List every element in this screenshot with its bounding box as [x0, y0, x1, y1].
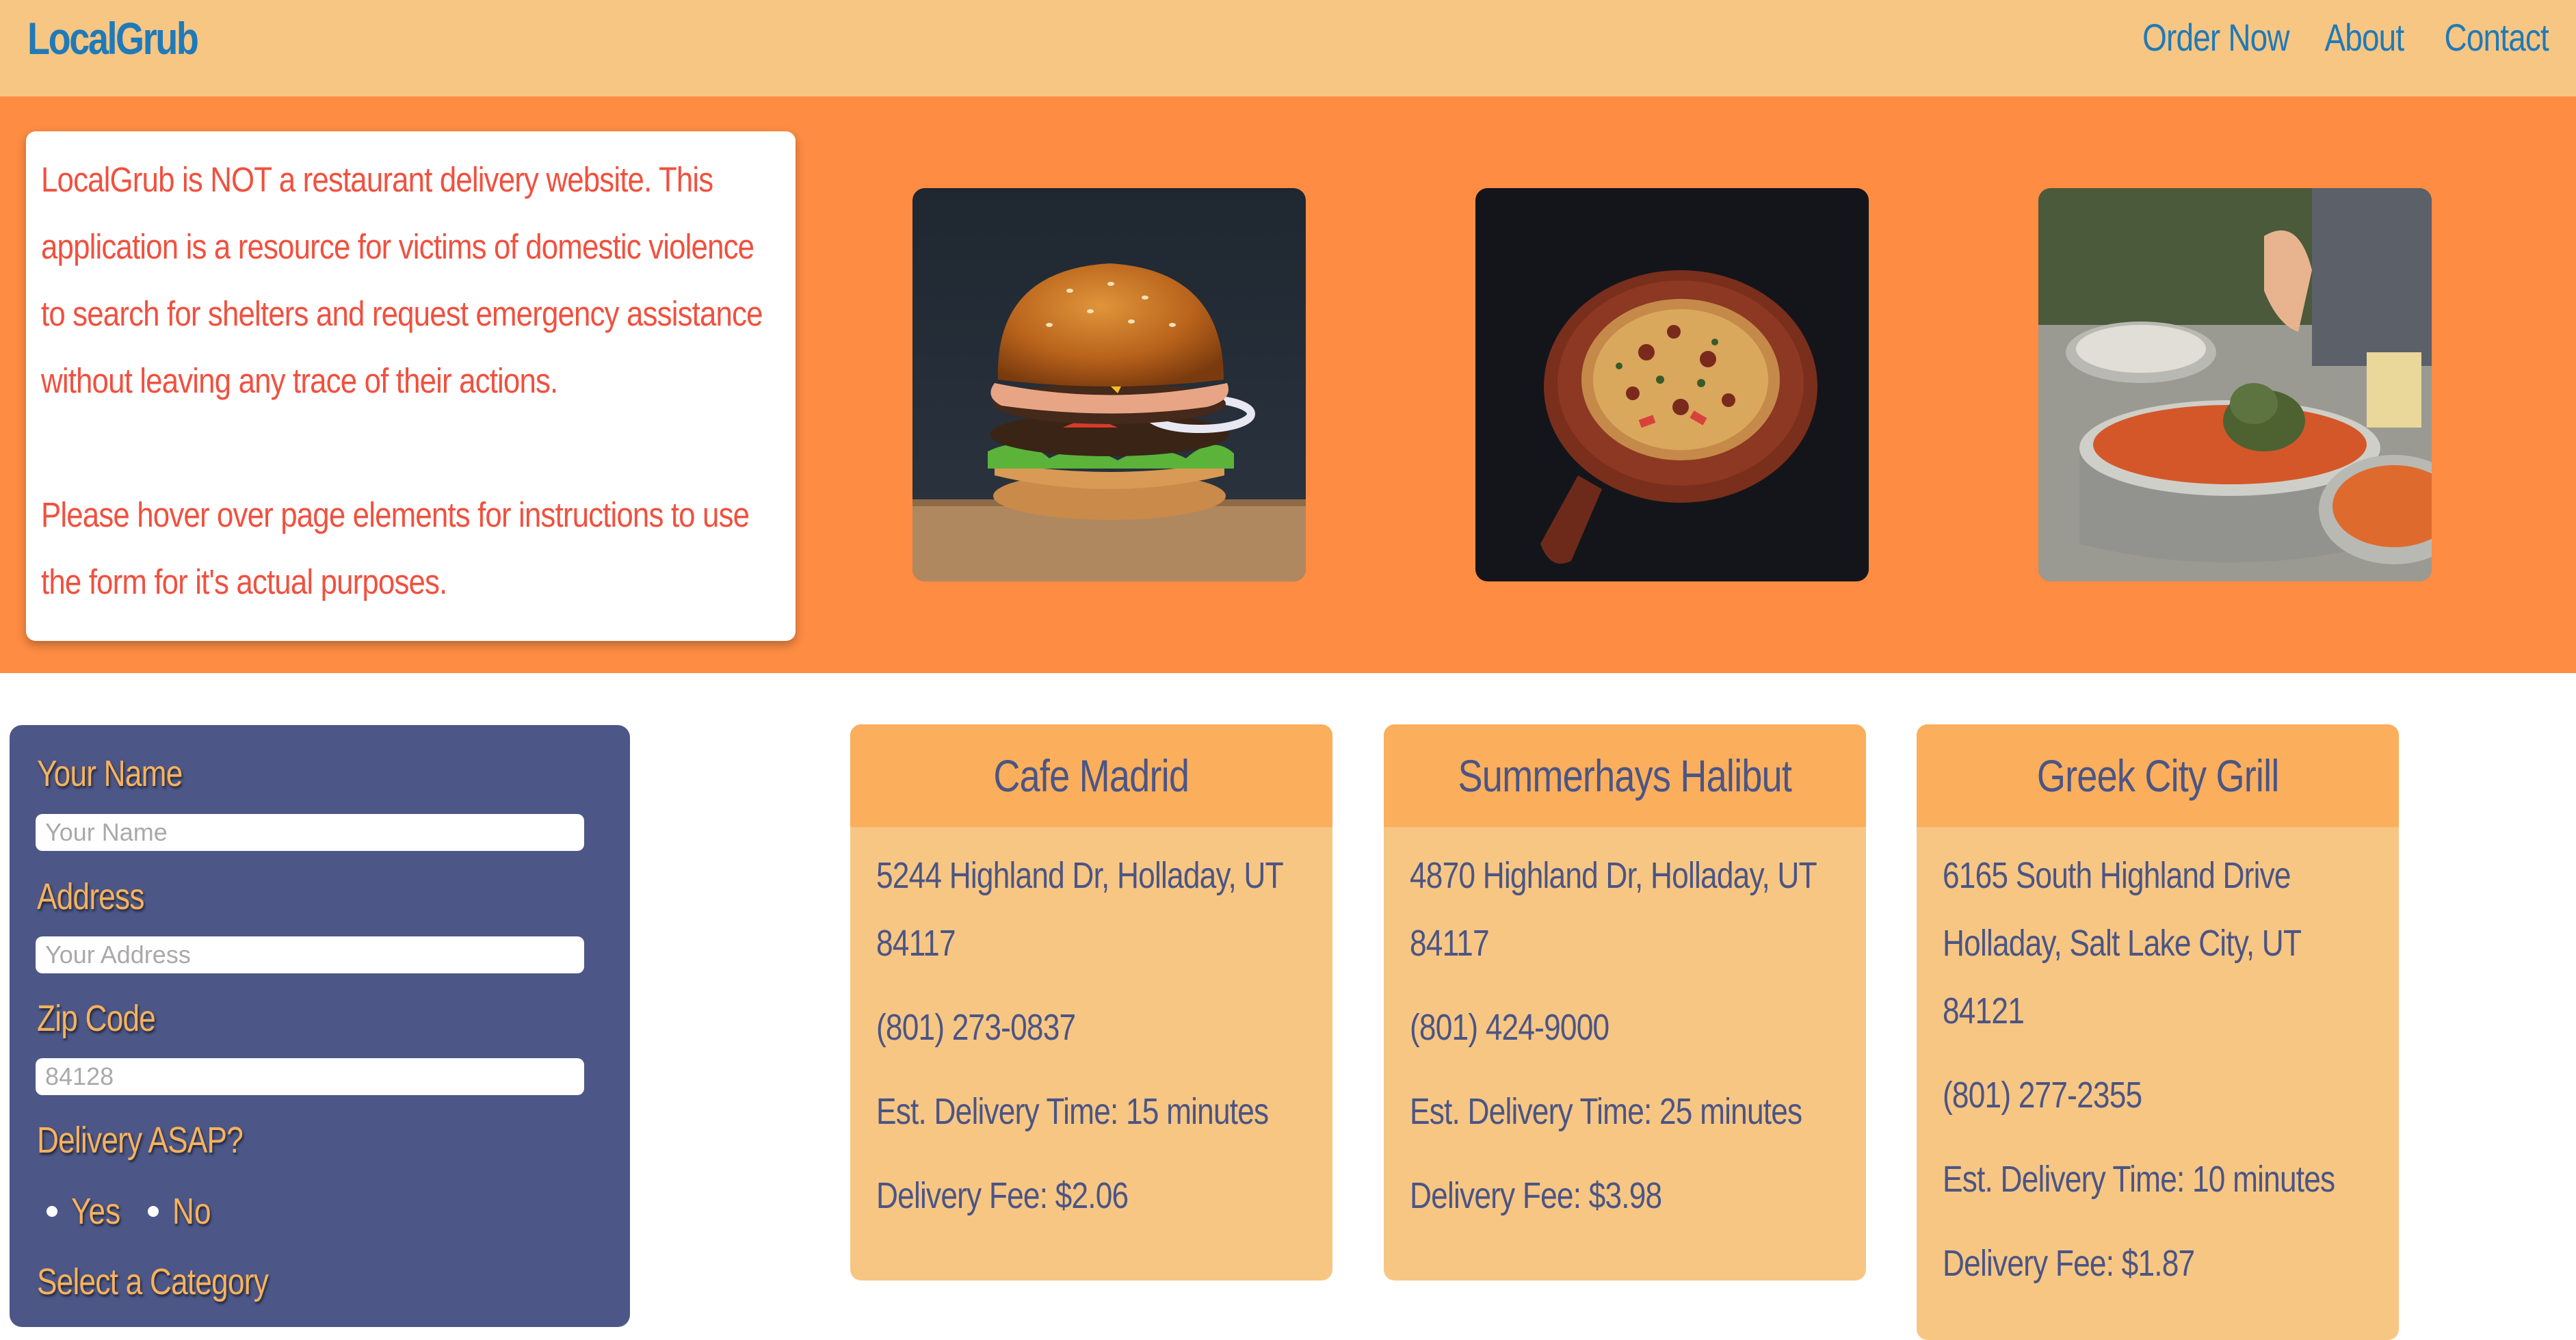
restaurant-address-zip: 84117 — [1410, 923, 1490, 964]
disclaimer-text: LocalGrub is NOT a restaurant delivery w… — [41, 160, 763, 400]
restaurant-address-city: Holladay, Salt Lake City, UT — [1943, 923, 2302, 964]
hero-banner: LocalGrub is NOT a restaurant delivery w… — [0, 96, 2576, 673]
navbar: LocalGrub Order Now About Contact — [0, 0, 2576, 96]
restaurant-card[interactable]: Cafe Madrid 5244 Highland Dr, Holladay, … — [850, 724, 1332, 1280]
category-label: Select a Category — [37, 1261, 269, 1302]
pizza-photo — [1475, 188, 1869, 581]
delivery-asap-label: Delivery ASAP? — [37, 1120, 244, 1161]
restaurant-address-zip: 84121 — [1943, 990, 2025, 1032]
radio-yes[interactable] — [47, 1206, 57, 1217]
name-label: Your Name — [37, 753, 183, 794]
soup-cooking-photo — [2038, 188, 2432, 581]
restaurant-name: Cafe Madrid — [993, 750, 1190, 801]
delivery-time: Est. Delivery Time: 25 minutes — [1410, 1091, 1802, 1132]
restaurant-address: 6165 South Highland Drive — [1943, 855, 2291, 896]
radio-yes-label[interactable]: Yes — [71, 1190, 120, 1233]
restaurant-name: Greek City Grill — [2036, 750, 2280, 801]
restaurant-address: 5244 Highland Dr, Holladay, UT — [876, 855, 1284, 896]
brand-logo[interactable]: LocalGrub — [27, 12, 199, 64]
radio-no-label[interactable]: No — [172, 1190, 211, 1233]
card-header: Greek City Grill — [1917, 724, 2399, 827]
zip-code-label: Zip Code — [37, 998, 156, 1039]
delivery-asap-options: Yes No — [47, 1190, 222, 1233]
card-body: 5244 Highland Dr, Holladay, UT 84117 (80… — [850, 827, 1332, 1257]
nav-link-order-now[interactable]: Order Now — [2142, 15, 2289, 60]
disclaimer-notice: LocalGrub is NOT a restaurant delivery w… — [26, 131, 796, 641]
zip-code-input[interactable] — [36, 1058, 584, 1095]
card-body: 4870 Highland Dr, Holladay, UT 84117 (80… — [1384, 827, 1866, 1257]
restaurant-phone: (801) 273-0837 — [876, 1007, 1076, 1048]
nav-link-contact[interactable]: Contact — [2444, 15, 2549, 60]
restaurant-phone: (801) 424-9000 — [1410, 1007, 1609, 1048]
restaurant-phone: (801) 277-2355 — [1943, 1075, 2142, 1116]
address-label: Address — [37, 876, 145, 917]
delivery-fee: Delivery Fee: $1.87 — [1943, 1243, 2195, 1284]
name-input[interactable] — [36, 814, 584, 851]
delivery-fee: Delivery Fee: $2.06 — [876, 1175, 1129, 1216]
delivery-time: Est. Delivery Time: 15 minutes — [876, 1091, 1269, 1132]
restaurant-address: 4870 Highland Dr, Holladay, UT — [1410, 855, 1817, 896]
nav-link-about[interactable]: About — [2324, 15, 2404, 60]
card-header: Cafe Madrid — [850, 724, 1332, 827]
delivery-fee: Delivery Fee: $3.98 — [1410, 1175, 1662, 1216]
burger-photo — [912, 188, 1306, 581]
card-body: 6165 South Highland Drive Holladay, Salt… — [1917, 827, 2399, 1325]
address-input[interactable] — [36, 936, 584, 973]
delivery-time: Est. Delivery Time: 10 minutes — [1943, 1159, 2335, 1200]
restaurant-card[interactable]: Summerhays Halibut 4870 Highland Dr, Hol… — [1384, 724, 1866, 1280]
restaurant-address-zip: 84117 — [876, 923, 956, 964]
hover-instructions-text: Please hover over page elements for inst… — [41, 495, 750, 601]
nav-links: Order Now About Contact — [2110, 15, 2549, 60]
radio-no[interactable] — [148, 1206, 159, 1217]
restaurant-card[interactable]: Greek City Grill 6165 South Highland Dri… — [1917, 724, 2399, 1340]
card-header: Summerhays Halibut — [1384, 724, 1866, 827]
restaurant-name: Summerhays Halibut — [1458, 750, 1792, 801]
